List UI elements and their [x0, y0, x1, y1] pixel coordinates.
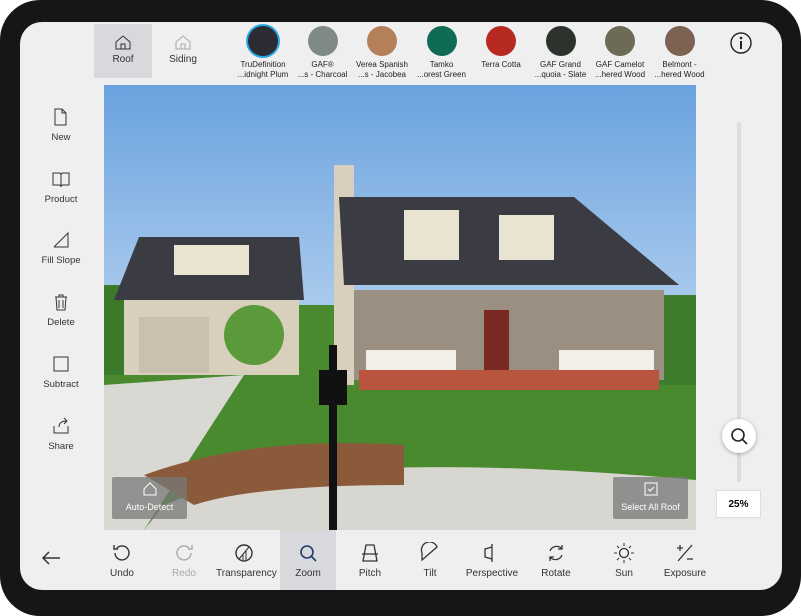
square-icon — [53, 356, 69, 372]
tilt-icon — [420, 542, 438, 562]
swatch-item[interactable]: Belmont - ...hered Wood — [646, 26, 714, 80]
zoom-slider-handle[interactable] — [722, 419, 756, 453]
swatch-name: Tamko — [429, 60, 454, 69]
house-siding-icon — [175, 35, 191, 50]
tool-zoom[interactable]: Zoom — [280, 530, 336, 590]
share-icon — [53, 417, 69, 433]
swatch-color — [486, 26, 516, 56]
swatch-color — [248, 26, 278, 56]
swatch-item[interactable]: TruDefinition ...idnight Plum — [229, 26, 297, 80]
swatch-name: Belmont - — [662, 60, 697, 69]
swatch-item[interactable]: GAF Camelot ...hered Wood — [586, 26, 654, 80]
app-screen: Roof Siding TruDefinition ...idnight Plum… — [20, 22, 782, 590]
rotate-icon — [549, 545, 563, 561]
house-icon — [115, 35, 131, 50]
exposure-icon — [677, 544, 693, 562]
swatch-color — [664, 26, 695, 56]
tab-siding[interactable]: Siding — [154, 24, 212, 78]
swatch-color — [426, 26, 457, 56]
tool-exposure[interactable]: Exposure — [657, 530, 713, 590]
tool-transparency[interactable]: Transparency — [216, 530, 277, 590]
tool-tilt[interactable]: Tilt — [402, 530, 458, 590]
auto-detect-button[interactable]: Auto-Detect — [112, 477, 187, 519]
zoom-level: 25% — [716, 490, 761, 518]
undo-icon — [113, 545, 130, 561]
swatch-name: GAF Camelot — [595, 60, 645, 69]
swatch-name-line2: ...s - Charcoal — [297, 70, 348, 79]
swatch-name-line2: ...idnight Plum — [237, 70, 289, 79]
sidebar-item-new[interactable]: New — [30, 107, 92, 143]
swatch-name: GAF Grand — [540, 60, 581, 69]
sun-icon — [614, 543, 634, 563]
swatch-color — [605, 26, 635, 56]
swatch-name: Verea Spanish — [355, 60, 409, 69]
slope-icon — [53, 232, 69, 248]
tool-redo[interactable]: Redo — [156, 530, 212, 590]
auto-detect-icon — [143, 482, 156, 496]
tool-rotate[interactable]: Rotate — [528, 530, 584, 590]
swatch-color — [307, 26, 338, 56]
checkbox-icon — [644, 482, 657, 496]
swatch-name: TruDefinition — [240, 60, 286, 69]
swatch-name: Terra Cotta — [481, 60, 521, 69]
select-all-roof-button[interactable]: Select All Roof — [613, 477, 688, 519]
swatch-item[interactable]: GAF® ...s - Charcoal — [289, 26, 357, 80]
trash-icon — [55, 294, 67, 311]
sidebar-item-product[interactable]: Product — [30, 169, 92, 205]
transparency-icon — [235, 544, 253, 562]
magnifier-icon — [731, 428, 748, 445]
tool-perspective[interactable]: Perspective — [464, 530, 520, 590]
swatch-color — [545, 26, 576, 56]
sidebar-item-subtract[interactable]: Subtract — [30, 354, 92, 390]
swatch-item[interactable]: Terra Cotta — [467, 26, 535, 70]
tool-pitch[interactable]: Pitch — [342, 530, 398, 590]
swatch-name-line2: ...orest Green — [417, 70, 466, 79]
house-image — [104, 165, 696, 530]
info-icon[interactable] — [729, 31, 753, 55]
sidebar-item-share[interactable]: Share — [30, 416, 92, 452]
swatch-item[interactable]: GAF Grand ...quoia - Slate — [527, 26, 595, 80]
pitch-icon — [362, 544, 378, 562]
swatch-color — [367, 26, 397, 56]
swatch-name-line2: ...hered Wood — [654, 70, 705, 79]
document-icon — [54, 108, 67, 126]
redo-icon — [176, 545, 193, 561]
swatch-name: GAF® — [311, 60, 334, 69]
sidebar-item-delete[interactable]: Delete — [30, 292, 92, 328]
perspective-icon — [484, 544, 493, 562]
swatch-name-line2: ...quoia - Slate — [534, 70, 587, 79]
tool-sun[interactable]: Sun — [596, 530, 652, 590]
book-icon — [52, 172, 70, 187]
swatch-name-line2: ...s - Jacobea — [357, 70, 407, 79]
back-arrow-icon[interactable] — [40, 549, 62, 567]
zoom-icon — [300, 545, 317, 562]
sidebar-item-fill-slope[interactable]: Fill Slope — [30, 230, 92, 266]
swatch-name-line2: ...hered Wood — [594, 70, 646, 79]
tab-roof[interactable]: Roof — [94, 24, 152, 78]
swatch-item[interactable]: Tamko ...orest Green — [408, 26, 476, 80]
swatch-item[interactable]: Verea Spanish ...s - Jacobea — [348, 26, 416, 80]
tool-undo[interactable]: Undo — [94, 530, 150, 590]
house-photo[interactable]: Auto-Detect Select All Roof — [104, 85, 696, 530]
